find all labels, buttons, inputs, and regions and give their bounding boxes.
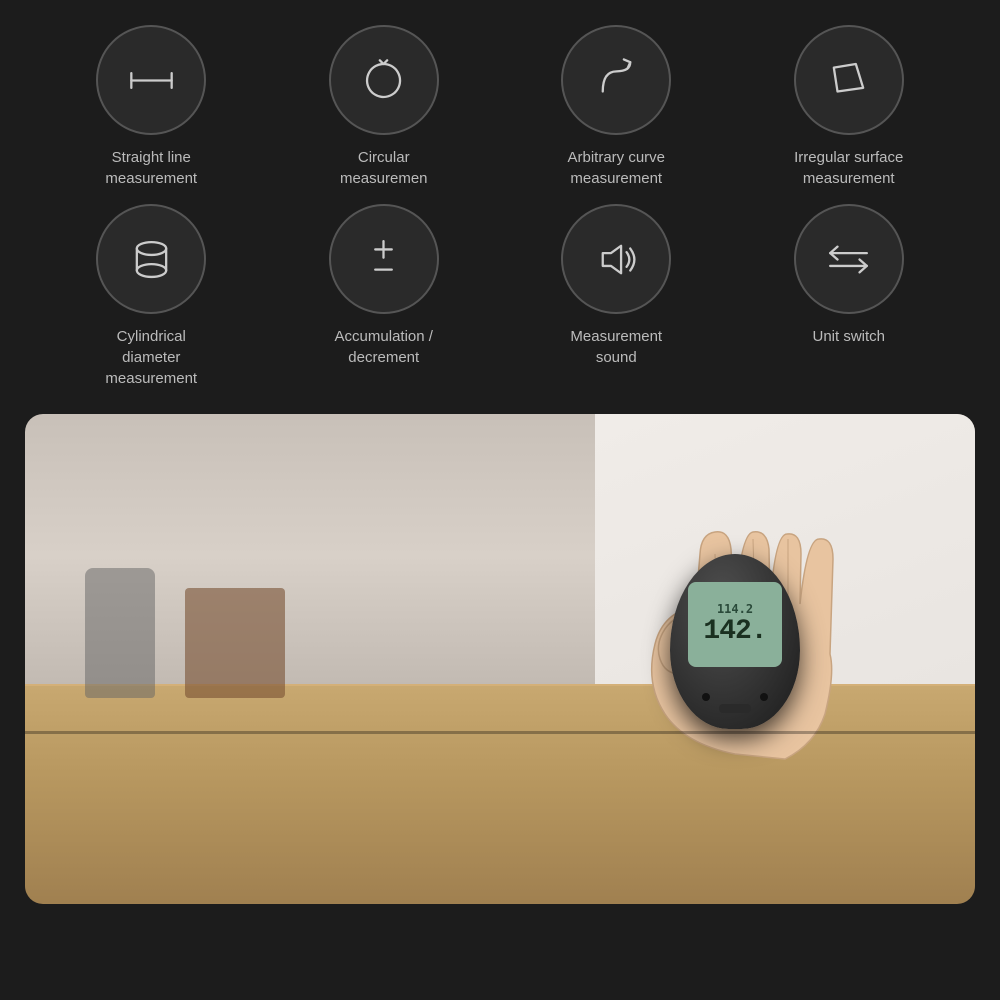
circular-label: Circular measuremen (340, 147, 428, 189)
device-button (719, 704, 751, 713)
screen-top-value: 114.2 (717, 602, 753, 616)
page-container: Straight line measurement Circular measu… (0, 0, 1000, 1000)
photo-box (185, 588, 285, 698)
straight-line-icon (124, 53, 179, 108)
feature-circular: Circular measuremen (279, 25, 489, 189)
sound-label: Measurement sound (570, 326, 662, 368)
photo-section: 114.2 142. (25, 414, 975, 904)
features-row-1: Straight line measurement Circular measu… (15, 25, 985, 189)
switch-circle (794, 204, 904, 314)
curve-circle (561, 25, 671, 135)
features-row-2: Cylindrical diameter measurement Accumul… (15, 204, 985, 389)
cylinder-icon (124, 232, 179, 287)
feature-cylindrical: Cylindrical diameter measurement (46, 204, 256, 389)
device-body: 114.2 142. (670, 554, 800, 729)
device-dot-right (760, 693, 768, 701)
cylindrical-label: Cylindrical diameter measurement (105, 326, 197, 389)
feature-straight-line: Straight line measurement (46, 25, 256, 189)
screen-main-value: 142. (703, 616, 766, 647)
feature-unit-switch: Unit switch (744, 204, 954, 347)
features-section: Straight line measurement Circular measu… (0, 0, 1000, 409)
switch-icon (821, 232, 876, 287)
curve-icon (589, 53, 644, 108)
device-dot-left (702, 693, 710, 701)
circular-circle (329, 25, 439, 135)
device-screen: 114.2 142. (688, 582, 782, 667)
sound-icon (589, 232, 644, 287)
straight-line-circle (96, 25, 206, 135)
circular-icon (356, 53, 411, 108)
curve-label: Arbitrary curve measurement (567, 147, 665, 189)
unit-switch-label: Unit switch (812, 326, 885, 347)
table-edge (25, 731, 975, 734)
feature-accumulation: Accumulation / decrement (279, 204, 489, 368)
feature-irregular: Irregular surface measurement (744, 25, 954, 189)
photo-device: 114.2 142. (670, 554, 800, 729)
feature-sound: Measurement sound (511, 204, 721, 368)
feature-arbitrary-curve: Arbitrary curve measurement (511, 25, 721, 189)
accumulation-label: Accumulation / decrement (335, 326, 433, 368)
irregular-icon (821, 53, 876, 108)
sound-circle (561, 204, 671, 314)
photo-glass (85, 568, 155, 698)
cylinder-circle (96, 204, 206, 314)
plusminus-circle (329, 204, 439, 314)
irregular-label: Irregular surface measurement (794, 147, 903, 189)
plusminus-icon (356, 232, 411, 287)
irregular-circle (794, 25, 904, 135)
straight-line-label: Straight line measurement (105, 147, 197, 189)
